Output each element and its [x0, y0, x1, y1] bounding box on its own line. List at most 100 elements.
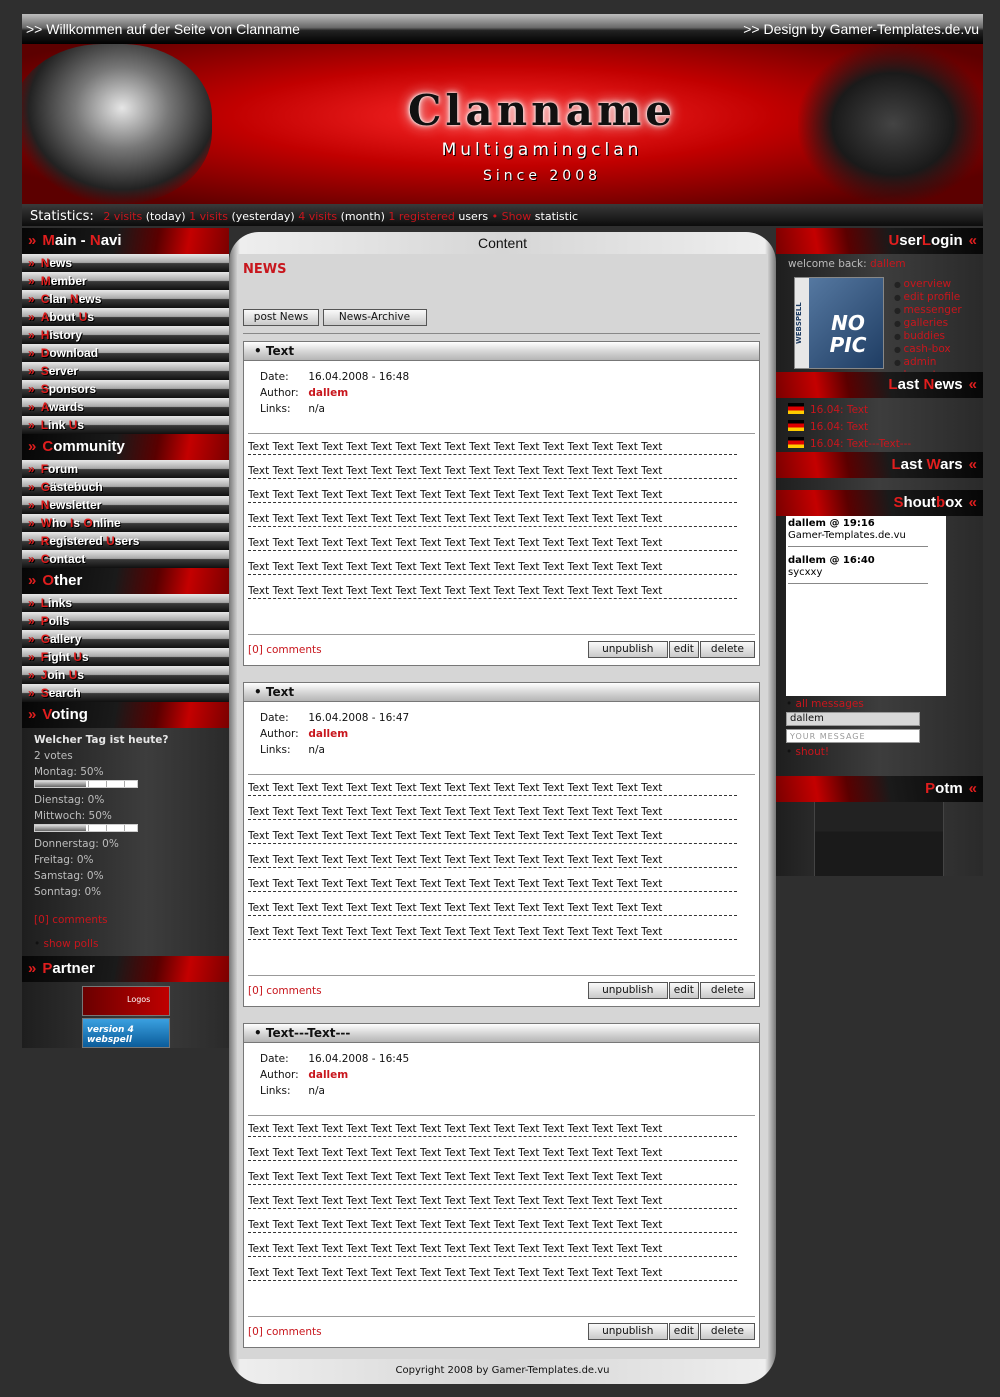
- nav-item-clan-news[interactable]: » Clan News: [22, 290, 229, 308]
- post-author-link[interactable]: dallem: [308, 728, 348, 740]
- nav-item-sponsors[interactable]: » Sponsors: [22, 380, 229, 398]
- welcome-text: >> Willkommen auf der Seite von Clanname: [26, 21, 300, 37]
- userlogin-header: UserLogin «: [776, 228, 983, 254]
- nav-item-fight-us[interactable]: » Fight Us: [22, 648, 229, 666]
- nav-item-news[interactable]: » News: [22, 254, 229, 272]
- last-news-item[interactable]: 16.04: Text: [788, 402, 971, 419]
- nav-item-forum[interactable]: » Forum: [22, 460, 229, 478]
- post-body-line: Text Text Text Text Text Text Text Text …: [248, 901, 737, 916]
- edit-button[interactable]: edit: [668, 1323, 699, 1340]
- edit-button[interactable]: edit: [668, 641, 699, 658]
- poll-option-label: Donnerstag: 0%: [34, 838, 119, 850]
- post-links: n/a: [308, 1085, 325, 1097]
- double-chevron-icon: «: [968, 232, 977, 249]
- double-chevron-icon: »: [28, 498, 35, 512]
- last-news-item[interactable]: 16.04: Text: [788, 419, 971, 436]
- post-body-line: Text Text Text Text Text Text Text Text …: [248, 781, 737, 796]
- post-body-line: Text Text Text Text Text Text Text Text …: [248, 1266, 737, 1281]
- shout-message: sycxxy: [788, 567, 823, 578]
- statistics-bar: Statistics: 2 visits (today) 1 visits (y…: [22, 204, 983, 226]
- community-list: » Forum» Gästebuch» Newsletter» Who Is Onlin…: [22, 460, 229, 568]
- partner-logo-webspell[interactable]: version 4 webspell: [82, 1018, 170, 1048]
- shout-meta: dallem @ 19:16: [788, 518, 875, 529]
- nav-item-server[interactable]: » Server: [22, 362, 229, 380]
- last-news-item[interactable]: 16.04: Text---Text---: [788, 436, 971, 453]
- shout-name-input[interactable]: dallem: [786, 712, 920, 726]
- edit-button[interactable]: edit: [668, 982, 699, 999]
- visits-today-count: 2 visits: [103, 210, 143, 223]
- user-link-messenger[interactable]: messenger: [894, 304, 962, 317]
- post-footer: [0] comments unpublish edit delete: [244, 635, 759, 665]
- main-navi-list: » News» Member» Clan News» About Us» History»…: [22, 254, 229, 434]
- date-label: Date:: [260, 371, 289, 383]
- nav-item-about-us[interactable]: » About Us: [22, 308, 229, 326]
- show-polls-link[interactable]: show polls: [44, 938, 99, 950]
- user-link-galleries[interactable]: galleries: [894, 317, 962, 330]
- double-chevron-icon: »: [28, 614, 35, 628]
- nav-item-search[interactable]: » Search: [22, 684, 229, 702]
- post-comments-link[interactable]: [0] comments: [248, 1326, 322, 1338]
- double-chevron-icon: «: [968, 780, 977, 797]
- poll-result-bar: [34, 780, 138, 788]
- shoutbox-messages[interactable]: dallem @ 19:16 Gamer-Templates.de.vu dalle…: [786, 516, 946, 696]
- visits-month-count: 4 visits: [298, 210, 338, 223]
- nav-item-link-us[interactable]: » Link Us: [22, 416, 229, 434]
- double-chevron-icon: «: [968, 376, 977, 393]
- user-link-admin[interactable]: admin: [894, 356, 962, 369]
- nav-item-download[interactable]: » Download: [22, 344, 229, 362]
- shout-message-input[interactable]: YOUR MESSAGE: [786, 729, 920, 743]
- delete-button[interactable]: delete: [699, 641, 755, 658]
- unpublish-button[interactable]: unpublish: [587, 641, 668, 658]
- post-comments-link[interactable]: [0] comments: [248, 644, 322, 656]
- delete-button[interactable]: delete: [699, 1323, 755, 1340]
- double-chevron-icon: »: [28, 650, 35, 664]
- nav-item-member[interactable]: » Member: [22, 272, 229, 290]
- post-author-link[interactable]: dallem: [308, 1069, 348, 1081]
- double-chevron-icon: »: [28, 438, 37, 455]
- nav-item-contact[interactable]: » Contact: [22, 550, 229, 568]
- poll-question: Welcher Tag ist heute?: [34, 734, 169, 746]
- post-comments-link[interactable]: [0] comments: [248, 985, 322, 997]
- news-post: • Text Date: 16.04.2008 - 16:47 Author: da…: [243, 682, 760, 1007]
- nav-item-newsletter[interactable]: » Newsletter: [22, 496, 229, 514]
- nav-item-polls[interactable]: » Polls: [22, 612, 229, 630]
- post-links: n/a: [308, 403, 325, 415]
- post-meta: Date: 16.04.2008 - 16:47 Author: dallem Li…: [244, 702, 759, 774]
- logged-user-name[interactable]: dallem: [870, 258, 906, 270]
- author-label: Author:: [260, 1069, 299, 1081]
- user-link-overview[interactable]: overview: [894, 278, 962, 291]
- left-sidebar: » Main - Navi » News» Member» Clan News» Abou…: [22, 228, 229, 1048]
- nav-item-who-is-online[interactable]: » Who Is Online: [22, 514, 229, 532]
- user-link-edit-profile[interactable]: edit profile: [894, 291, 962, 304]
- partner-box: Logos version 4 webspell: [22, 982, 229, 1048]
- nav-item-gästebuch[interactable]: » Gästebuch: [22, 478, 229, 496]
- post-news-button[interactable]: post News: [243, 309, 319, 326]
- show-statistic-link[interactable]: Show: [502, 210, 532, 223]
- right-sidebar: UserLogin « welcome back: dallem WEBSPELL…: [776, 228, 983, 876]
- user-link-buddies[interactable]: buddies: [894, 330, 962, 343]
- delete-button[interactable]: delete: [699, 982, 755, 999]
- shout-message: Gamer-Templates.de.vu: [788, 530, 906, 541]
- nav-item-gallery[interactable]: » Gallery: [22, 630, 229, 648]
- shout-meta: dallem @ 16:40: [788, 555, 875, 566]
- nav-item-links[interactable]: » Links: [22, 594, 229, 612]
- german-flag-icon: [788, 420, 804, 431]
- partner-logo-gamer-templates[interactable]: Logos: [82, 986, 170, 1016]
- nav-item-awards[interactable]: » Awards: [22, 398, 229, 416]
- nav-item-registered-users[interactable]: » Registered Users: [22, 532, 229, 550]
- voting-header: » Voting: [22, 702, 229, 728]
- unpublish-button[interactable]: unpublish: [587, 1323, 668, 1340]
- post-author-link[interactable]: dallem: [308, 387, 348, 399]
- shout-button[interactable]: shout!: [796, 746, 830, 758]
- all-messages-link[interactable]: all messages: [796, 698, 864, 710]
- post-body-line: Text Text Text Text Text Text Text Text …: [248, 488, 737, 503]
- poll-option-label: Sonntag: 0%: [34, 886, 102, 898]
- nav-item-history[interactable]: » History: [22, 326, 229, 344]
- poll-comments-link[interactable]: [0] comments: [34, 912, 217, 928]
- design-credit-link[interactable]: >> Design by Gamer-Templates.de.vu: [743, 21, 979, 37]
- poll-options: Montag: 50% Dienstag: 0% Mittwoch: 50% Donn…: [34, 764, 217, 900]
- unpublish-button[interactable]: unpublish: [587, 982, 668, 999]
- user-link-cash-box[interactable]: cash-box: [894, 343, 962, 356]
- nav-item-join-us[interactable]: » Join Us: [22, 666, 229, 684]
- news-archive-button[interactable]: News-Archive: [322, 309, 427, 326]
